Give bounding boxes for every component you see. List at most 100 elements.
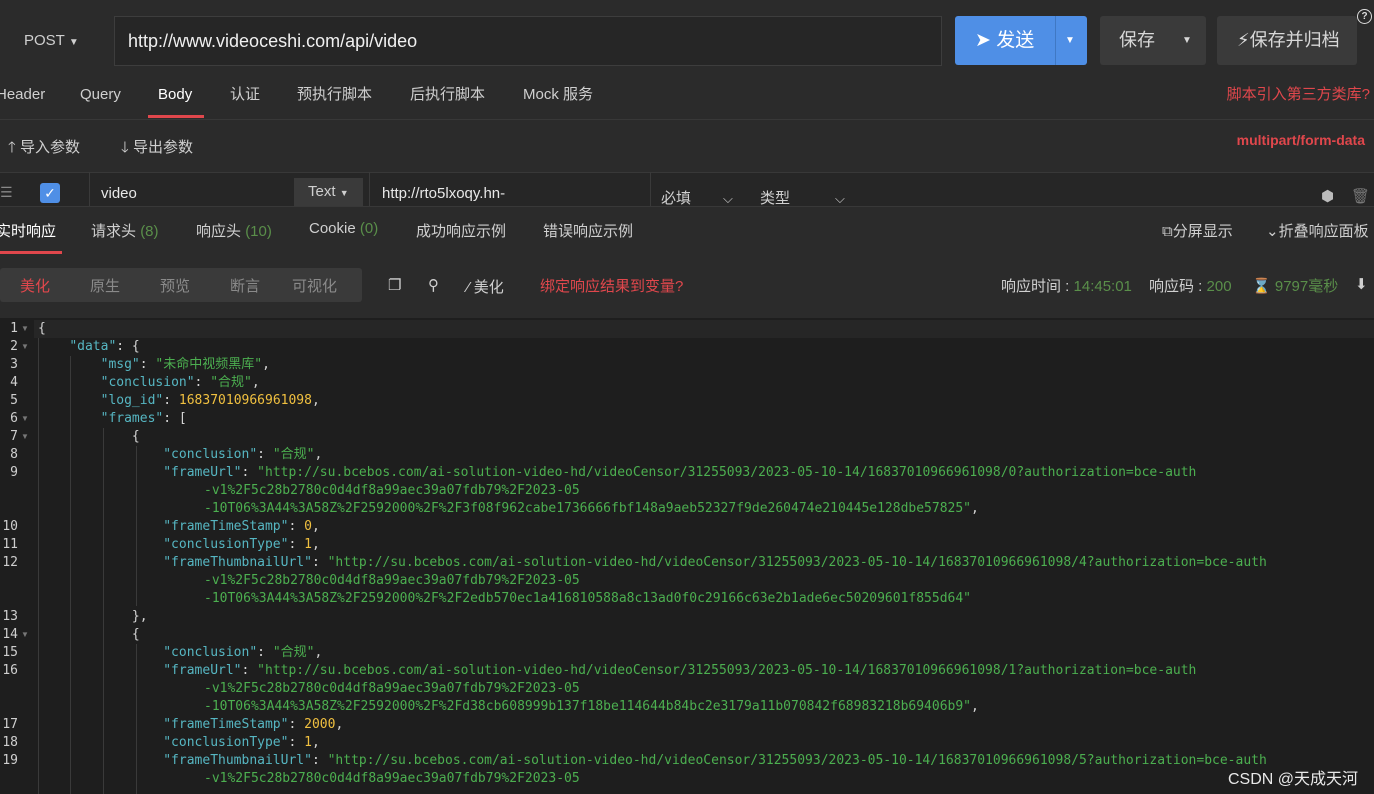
script-library-link[interactable]: 脚本引入第三方类库? [1227, 80, 1370, 110]
response-time: 响应时间 : 14:45:01 [1001, 278, 1132, 295]
line-number: 1 [10, 321, 18, 336]
format-beautify[interactable]: 美化 [20, 275, 50, 296]
send-divider [1055, 16, 1056, 65]
line-number: 5 [10, 393, 18, 408]
code-line: "conclusionType": 1, [163, 735, 320, 750]
code-line: "conclusion": "合规", [100, 375, 260, 390]
tab-header[interactable]: Header [0, 80, 45, 120]
tab-pre-script[interactable]: 预执行脚本 [297, 80, 372, 120]
fold-toggle-icon[interactable]: ▼ [21, 626, 29, 644]
chevron-down-icon: ▼ [339, 188, 349, 198]
required-select[interactable]: 必填 ⌵ [661, 187, 733, 208]
tab-mock[interactable]: Mock 服务 [523, 80, 593, 120]
tab-success-example[interactable]: 成功响应示例 [416, 220, 506, 241]
line-number: 2 [10, 339, 18, 354]
help-icon[interactable]: ? [1357, 9, 1372, 24]
code-line: -v1%2F5c28b2780c0d4df8a99aec39a07fdb79%2… [204, 483, 580, 498]
tab-body[interactable]: Body [158, 80, 192, 120]
fold-toggle-icon[interactable]: ▼ [21, 320, 29, 338]
trash-icon[interactable]: 🗑 [1351, 187, 1370, 205]
param-enabled-checkbox[interactable]: ✓ [40, 183, 60, 203]
tab-cookie[interactable]: Cookie (0) [309, 220, 378, 237]
tab-request-headers[interactable]: 请求头 (8) [91, 220, 159, 241]
code-line: { [131, 627, 140, 642]
code-line: { [38, 321, 46, 336]
response-code: 响应码 : 200 [1149, 278, 1232, 295]
magic-wand-icon: ⁄ [467, 279, 470, 296]
column-divider [369, 172, 370, 206]
code-line: "conclusionType": 1, [163, 537, 320, 552]
fold-toggle-icon[interactable]: ▼ [21, 338, 29, 356]
line-number: 13 [2, 609, 18, 624]
beautify-button[interactable]: ⁄ 美化 [467, 276, 504, 297]
split-view-button[interactable]: ⧉分屏显示 [1162, 220, 1233, 241]
line-number: 16 [2, 663, 18, 678]
format-visualize[interactable]: 可视化 [292, 275, 337, 296]
line-number: 18 [2, 735, 18, 750]
param-datatype-select[interactable]: 类型 ⌵ [760, 187, 845, 208]
code-line: -v1%2F5c28b2780c0d4df8a99aec39a07fdb79%2… [204, 573, 580, 588]
fold-toggle-icon[interactable]: ▼ [21, 428, 29, 446]
line-number: 17 [2, 717, 18, 732]
save-label: 保存 [1119, 30, 1155, 50]
code-line: "frameUrl": "http://su.bcebos.com/ai-sol… [163, 465, 1197, 480]
download-icon[interactable]: ⬇ [1355, 275, 1368, 293]
param-value-input[interactable]: http://rto5lxoqy.hn- [382, 185, 505, 202]
tab-live-response[interactable]: 实时响应 [0, 220, 56, 241]
tab-post-script[interactable]: 后执行脚本 [410, 80, 485, 120]
cube-icon[interactable]: ⬢ [1321, 187, 1334, 205]
save-button[interactable]: 保存 ▼ [1100, 16, 1206, 65]
code-line: "frames": [ [100, 411, 187, 426]
double-chevron-down-icon: ⌄ [1266, 223, 1279, 240]
tab-query[interactable]: Query [80, 80, 121, 120]
format-preview[interactable]: 预览 [160, 275, 190, 296]
chevron-down-icon: ⌵ [835, 191, 845, 206]
tab-error-example[interactable]: 错误响应示例 [543, 220, 633, 241]
form-type-label[interactable]: multipart/form-data [1237, 132, 1365, 148]
current-line-highlight [34, 320, 1374, 338]
code-line: { [131, 429, 140, 444]
format-assert[interactable]: 断言 [230, 275, 260, 296]
split-window-icon: ⧉ [1162, 223, 1173, 240]
line-number: 9 [10, 465, 18, 480]
watermark: CSDN @天成天河 [1227, 771, 1358, 788]
fold-panel-button[interactable]: ⌄折叠响应面板 [1266, 220, 1369, 241]
arrow-down-icon: 🡓 [121, 139, 129, 156]
save-archive-button[interactable]: ⚡保存并归档 [1217, 16, 1357, 65]
code-line: "frameTimeStamp": 0, [163, 519, 320, 534]
send-button[interactable]: ➤ 发送 ▼ [955, 16, 1087, 65]
search-icon[interactable]: ⚲ [428, 276, 439, 294]
code-line: "msg": "未命中视频黑库", [100, 357, 270, 372]
chevron-down-icon[interactable]: ▼ [1065, 16, 1075, 65]
column-divider [89, 172, 90, 206]
param-key-input[interactable]: video [101, 185, 137, 202]
export-params-button[interactable]: 🡓 导出参数 [121, 136, 193, 162]
hourglass-icon: ⌛ [1252, 278, 1271, 295]
fold-toggle-icon[interactable]: ▼ [21, 410, 29, 428]
code-line: "frameUrl": "http://su.bcebos.com/ai-sol… [163, 663, 1197, 678]
format-raw[interactable]: 原生 [90, 275, 120, 296]
tab-auth[interactable]: 认证 [230, 80, 260, 120]
drag-handle-icon[interactable]: ☰ [0, 184, 13, 201]
save-archive-label: 保存并归档 [1249, 30, 1340, 50]
code-line: "frameThumbnailUrl": "http://su.bcebos.c… [163, 753, 1267, 768]
line-number: 10 [2, 519, 18, 534]
method-label: POST [24, 32, 65, 49]
chevron-down-icon[interactable]: ▼ [1182, 16, 1192, 65]
copy-icon[interactable]: ❐ [388, 276, 401, 294]
code-line: }, [131, 609, 148, 624]
param-type-select[interactable]: Text ▼ [294, 178, 363, 206]
chevron-down-icon: ⌵ [723, 191, 733, 206]
method-select[interactable]: POST ▼ [0, 16, 112, 66]
import-params-button[interactable]: 🡑 导入参数 [8, 136, 80, 162]
arrow-up-icon: 🡑 [8, 139, 16, 156]
line-number: 4 [10, 375, 18, 390]
code-line: "conclusion": "合规", [163, 447, 323, 462]
paper-plane-icon: ➤ [975, 30, 991, 51]
tab-response-headers[interactable]: 响应头 (10) [196, 220, 272, 241]
url-input[interactable]: http://www.videoceshi.com/api/video [114, 16, 942, 66]
code-line: -10T06%3A44%3A58Z%2F2592000%2F%2F3f08f96… [204, 501, 979, 516]
line-number: 15 [2, 645, 18, 660]
line-number: 6 [10, 411, 18, 426]
bind-result-link[interactable]: 绑定响应结果到变量? [540, 275, 683, 296]
